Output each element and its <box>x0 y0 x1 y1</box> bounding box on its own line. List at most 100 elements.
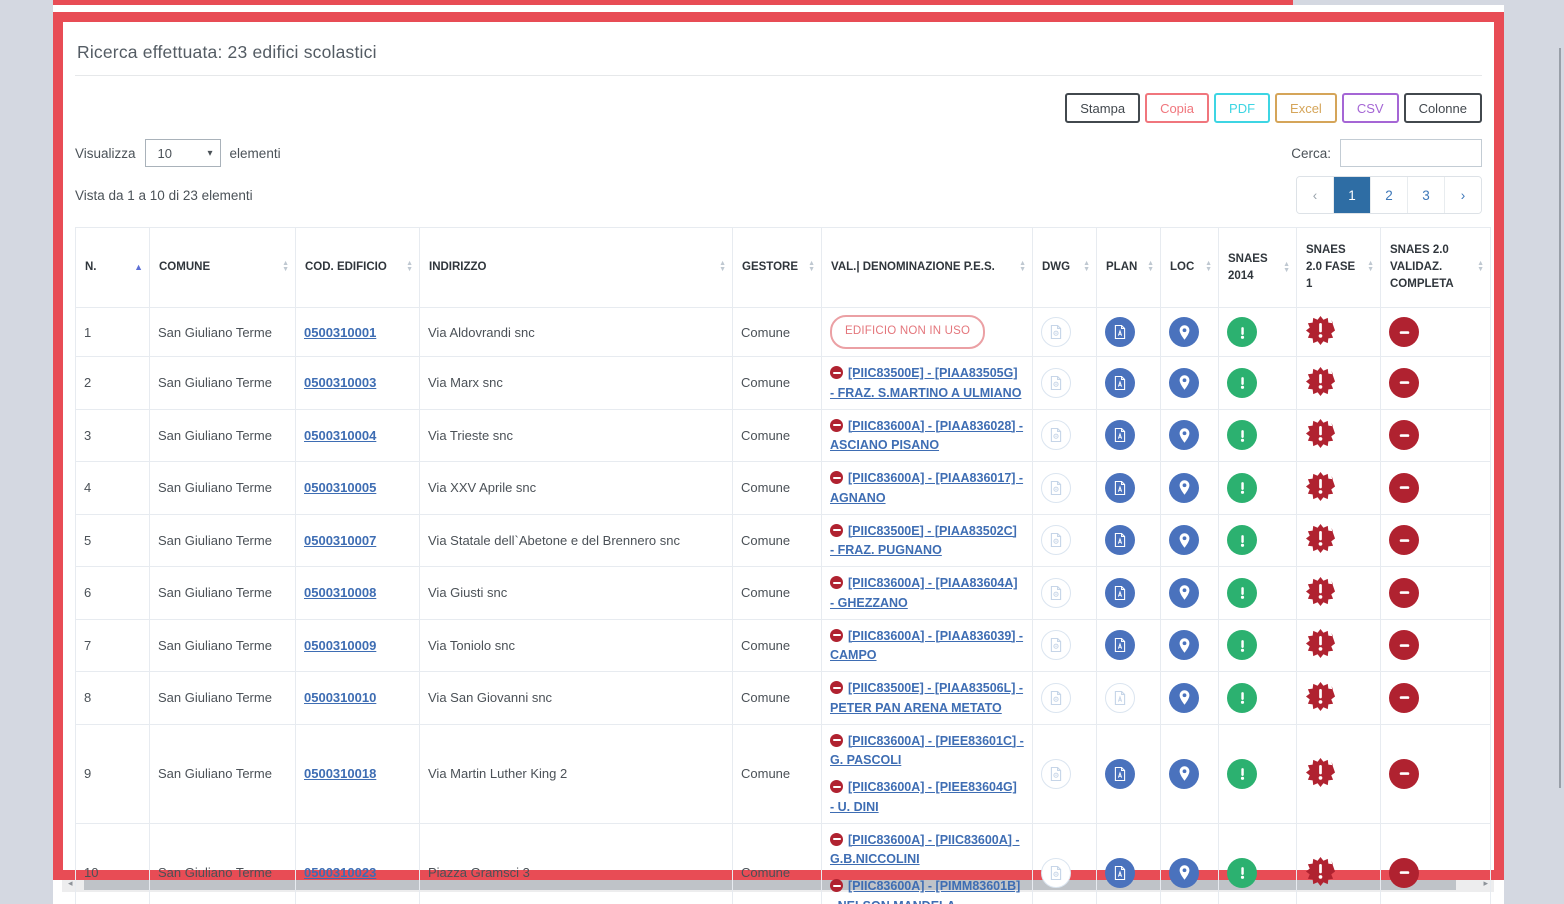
plan-pdf-icon[interactable] <box>1105 759 1135 789</box>
column-header-dwg[interactable]: DWG▲▼ <box>1033 228 1097 308</box>
cell-comune: San Giuliano Terme <box>150 724 296 823</box>
pes-link[interactable]: [PIIC83600A] - [PIAA836028] - ASCIANO PI… <box>830 419 1023 453</box>
pagination-prev[interactable]: ‹ <box>1297 177 1333 213</box>
pes-link[interactable]: [PIIC83600A] - [PIAA83604A] - GHEZZANO <box>830 576 1018 610</box>
sort-both-icon: ▲▼ <box>406 261 413 273</box>
building-code-link[interactable]: 0500310004 <box>304 428 376 443</box>
cell-indirizzo: Via San Giovanni snc <box>420 672 733 725</box>
cell-denominazione-pes: [PIIC83500E] - [PIAA83502C] - FRAZ. PUGN… <box>822 514 1033 567</box>
page-length-select[interactable]: 10 ▾ <box>145 139 221 167</box>
dwg-file-icon[interactable] <box>1041 630 1071 660</box>
dwg-file-icon[interactable] <box>1041 683 1071 713</box>
cell-snaes-fase1 <box>1297 672 1381 725</box>
building-code-link[interactable]: 0500310010 <box>304 690 376 705</box>
building-code-link[interactable]: 0500310001 <box>304 325 376 340</box>
validation-blocked-icon <box>1389 473 1419 503</box>
plan-pdf-icon[interactable] <box>1105 420 1135 450</box>
cell-comune: San Giuliano Terme <box>150 514 296 567</box>
pes-link[interactable]: [PIIC83500E] - [PIAA83502C] - FRAZ. PUGN… <box>830 524 1017 558</box>
building-code-link[interactable]: 0500310003 <box>304 375 376 390</box>
plan-pdf-icon[interactable] <box>1105 683 1135 713</box>
column-header-loc[interactable]: LOC▲▼ <box>1161 228 1219 308</box>
column-header-content: COD. EDIFICIO▲▼ <box>305 259 413 276</box>
dwg-file-icon[interactable] <box>1041 317 1071 347</box>
plan-pdf-icon[interactable] <box>1105 525 1135 555</box>
cell-denominazione-pes: [PIIC83600A] - [PIAA836017] - AGNANO <box>822 462 1033 515</box>
cell-gestore: Comune <box>733 462 822 515</box>
export-button-excel[interactable]: Excel <box>1275 93 1337 123</box>
location-pin-icon[interactable] <box>1169 317 1199 347</box>
export-button-csv[interactable]: CSV <box>1342 93 1399 123</box>
dwg-file-icon[interactable] <box>1041 759 1071 789</box>
column-header-snaes-2-0-fase-1[interactable]: SNAES 2.0 FASE 1▲▼ <box>1297 228 1381 308</box>
table-row: 5San Giuliano Terme0500310007Via Statale… <box>76 514 1491 567</box>
export-button-stampa[interactable]: Stampa <box>1065 93 1140 123</box>
column-header-snaes-2-0-validaz-completa[interactable]: SNAES 2.0 VALIDAZ. COMPLETA▲▼ <box>1381 228 1491 308</box>
column-header-val-denominazione-p-e-s[interactable]: VAL.| DENOMINAZIONE P.E.S.▲▼ <box>822 228 1033 308</box>
column-header-n[interactable]: N.▲ <box>76 228 150 308</box>
pes-link[interactable]: [PIIC83600A] - [PIMM83601B] - NELSON MAN… <box>830 879 1020 904</box>
pes-link[interactable]: [PIIC83600A] - [PIEE83601C] - G. PASCOLI <box>830 734 1024 768</box>
building-code-link[interactable]: 0500310008 <box>304 585 376 600</box>
snaes2014-ok-icon <box>1227 525 1257 555</box>
column-header-label: SNAES 2014 <box>1228 251 1279 284</box>
pagination-page-2[interactable]: 2 <box>1370 177 1407 213</box>
plan-pdf-icon[interactable] <box>1105 473 1135 503</box>
location-pin-icon[interactable] <box>1169 759 1199 789</box>
cell-row-number: 8 <box>76 672 150 725</box>
location-pin-icon[interactable] <box>1169 630 1199 660</box>
dwg-file-icon[interactable] <box>1041 368 1071 398</box>
snaes2014-ok-icon <box>1227 858 1257 888</box>
building-code-link[interactable]: 0500310023 <box>304 865 376 880</box>
pes-entry: [PIIC83500E] - [PIAA83502C] - FRAZ. PUGN… <box>830 521 1024 561</box>
column-header-indirizzo[interactable]: INDIRIZZO▲▼ <box>420 228 733 308</box>
dwg-file-icon[interactable] <box>1041 858 1071 888</box>
building-code-link[interactable]: 0500310018 <box>304 766 376 781</box>
pes-link[interactable]: [PIIC83500E] - [PIAA83506L] - PETER PAN … <box>830 681 1023 715</box>
building-code-link[interactable]: 0500310007 <box>304 533 376 548</box>
validation-blocked-icon <box>1389 420 1419 450</box>
dwg-file-icon[interactable] <box>1041 525 1071 555</box>
snaes2014-ok-icon <box>1227 683 1257 713</box>
column-header-snaes-2014[interactable]: SNAES 2014▲▼ <box>1219 228 1297 308</box>
pes-link[interactable]: [PIIC83600A] - [PIAA836039] - CAMPO <box>830 629 1023 663</box>
cell-loc <box>1161 823 1219 904</box>
column-header-plan[interactable]: PLAN▲▼ <box>1097 228 1161 308</box>
plan-pdf-icon[interactable] <box>1105 858 1135 888</box>
pes-link[interactable]: [PIIC83600A] - [PIIC83600A] - G.B.NICCOL… <box>830 833 1020 867</box>
building-code-link[interactable]: 0500310009 <box>304 638 376 653</box>
location-pin-icon[interactable] <box>1169 420 1199 450</box>
column-header-gestore[interactable]: GESTORE▲▼ <box>733 228 822 308</box>
search-input[interactable] <box>1340 139 1482 167</box>
plan-pdf-icon[interactable] <box>1105 317 1135 347</box>
export-button-copia[interactable]: Copia <box>1145 93 1209 123</box>
dwg-file-icon[interactable] <box>1041 473 1071 503</box>
pes-link[interactable]: [PIIC83600A] - [PIAA836017] - AGNANO <box>830 471 1023 505</box>
dwg-file-icon[interactable] <box>1041 420 1071 450</box>
pagination-next[interactable]: › <box>1444 177 1481 213</box>
plan-pdf-icon[interactable] <box>1105 578 1135 608</box>
pes-entry: [PIIC83600A] - [PIAA836017] - AGNANO <box>830 468 1024 508</box>
dwg-file-icon[interactable] <box>1041 578 1071 608</box>
pes-link[interactable]: [PIIC83600A] - [PIEE83604G] - U. DINI <box>830 780 1017 814</box>
pagination-page-3[interactable]: 3 <box>1407 177 1444 213</box>
pes-link[interactable]: [PIIC83500E] - [PIAA83505G] - FRAZ. S.MA… <box>830 366 1021 400</box>
location-pin-icon[interactable] <box>1169 368 1199 398</box>
location-pin-icon[interactable] <box>1169 858 1199 888</box>
results-panel: Ricerca effettuata: 23 edifici scolastic… <box>53 12 1504 880</box>
table-row: 1San Giuliano Terme0500310001Via Aldovra… <box>76 308 1491 357</box>
location-pin-icon[interactable] <box>1169 473 1199 503</box>
location-pin-icon[interactable] <box>1169 578 1199 608</box>
cell-gestore: Comune <box>733 357 822 410</box>
plan-pdf-icon[interactable] <box>1105 368 1135 398</box>
location-pin-icon[interactable] <box>1169 525 1199 555</box>
pagination-page-1[interactable]: 1 <box>1333 177 1370 213</box>
building-code-link[interactable]: 0500310005 <box>304 480 376 495</box>
location-pin-icon[interactable] <box>1169 683 1199 713</box>
cell-gestore: Comune <box>733 308 822 357</box>
export-button-colonne[interactable]: Colonne <box>1404 93 1482 123</box>
plan-pdf-icon[interactable] <box>1105 630 1135 660</box>
export-button-pdf[interactable]: PDF <box>1214 93 1270 123</box>
column-header-cod-edificio[interactable]: COD. EDIFICIO▲▼ <box>296 228 420 308</box>
column-header-comune[interactable]: COMUNE▲▼ <box>150 228 296 308</box>
